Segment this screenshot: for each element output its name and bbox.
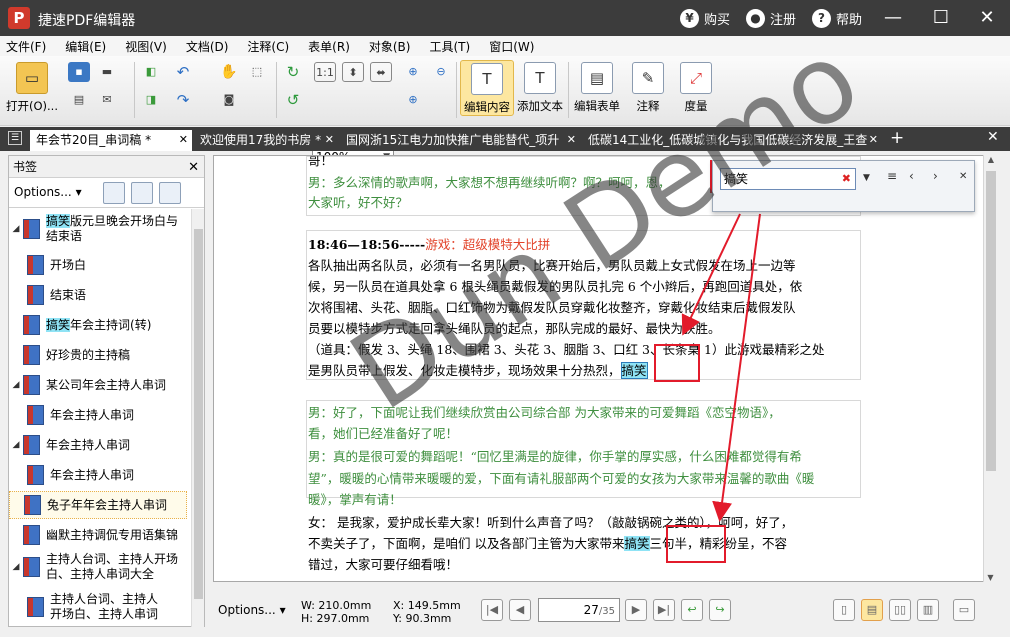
scroll-up-icon[interactable]: ▲ <box>984 155 998 164</box>
scrollbar-thumb[interactable] <box>986 171 996 471</box>
first-page-icon[interactable]: |◀ <box>481 599 503 621</box>
previous-page-icon[interactable]: ◀ <box>509 599 531 621</box>
single-page-view-icon[interactable]: ▯ <box>833 599 855 621</box>
go-back-icon[interactable]: ↩ <box>681 599 703 621</box>
page-number-input[interactable]: 27/35 <box>538 598 620 622</box>
find-next-icon[interactable]: › <box>933 169 938 183</box>
fullscreen-icon[interactable]: ▭ <box>953 599 975 621</box>
page-height: H: 297.0mm <box>301 612 370 625</box>
status-bar: Options... ▾ W: 210.0mm H: 297.0mm X: 14… <box>213 593 1010 629</box>
cursor-x: X: 149.5mm <box>393 599 461 612</box>
callout-arrow <box>681 213 741 336</box>
find-bar: 搞笑 ✖ ▼ ≡ ‹ › ✕ <box>712 160 975 212</box>
continuous-facing-view-icon[interactable]: ▥ <box>917 599 939 621</box>
facing-view-icon[interactable]: ▯▯ <box>889 599 911 621</box>
clear-search-icon[interactable]: ✖ <box>842 169 851 189</box>
cursor-y: Y: 90.3mm <box>393 612 452 625</box>
find-menu-icon[interactable]: ≡ <box>887 169 897 183</box>
callout-arrow <box>712 213 761 522</box>
callout-arrows <box>681 213 761 522</box>
find-options-icon[interactable]: ▼ <box>863 173 870 183</box>
close-find-icon[interactable]: ✕ <box>959 171 967 182</box>
find-previous-icon[interactable]: ‹ <box>909 169 914 183</box>
continuous-view-icon[interactable]: ▤ <box>861 599 883 621</box>
last-page-icon[interactable]: ▶| <box>653 599 675 621</box>
go-forward-icon[interactable]: ↪ <box>709 599 731 621</box>
find-input[interactable]: 搞笑 ✖ <box>720 168 856 190</box>
view-options-menu[interactable]: Options... ▾ <box>218 603 286 617</box>
document-scrollbar[interactable]: ▲ ▼ <box>983 155 998 582</box>
next-page-icon[interactable]: ▶ <box>625 599 647 621</box>
page-width: W: 210.0mm <box>301 599 372 612</box>
scroll-down-icon[interactable]: ▼ <box>984 573 997 582</box>
